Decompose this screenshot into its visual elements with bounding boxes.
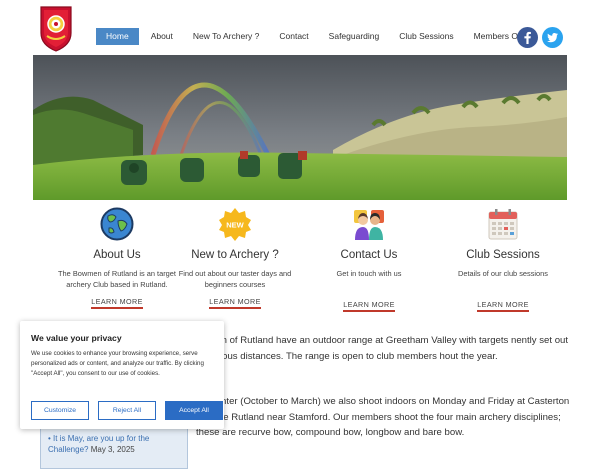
learn-more-link[interactable]: LEARN MORE (91, 297, 143, 309)
nav-new-to-archery[interactable]: New To Archery ? (183, 28, 269, 45)
feature-description: Find out about our taster days and begin… (178, 269, 292, 289)
page: Home About New To Archery ? Contact Safe… (0, 0, 600, 469)
nav-club-sessions[interactable]: Club Sessions (389, 28, 463, 45)
hero-image-archery-range (33, 55, 567, 200)
learn-more-link[interactable]: LEARN MORE (343, 300, 395, 312)
feature-club-sessions: Club Sessions Details of our club sessio… (436, 205, 570, 312)
learn-more-link[interactable]: LEARN MORE (477, 300, 529, 312)
indoor-paragraph: the winter (October to March) we also sh… (196, 396, 570, 438)
feature-title: Contact Us (340, 249, 398, 261)
feature-title: Club Sessions (466, 249, 540, 261)
feature-about-us: About Us The Bowmen of Rutland is an tar… (50, 205, 184, 309)
intro-paragraph: owmen of Rutland have an outdoor range a… (196, 335, 569, 362)
feature-description: Details of our club sessions (458, 269, 548, 278)
calendar-icon (486, 207, 520, 241)
feature-title: New to Archery ? (191, 249, 279, 261)
accept-all-button[interactable]: Accept All (165, 401, 223, 420)
feature-description: The Bowmen of Rutland is an target arche… (58, 269, 176, 289)
feature-description: Get in touch with us (336, 269, 402, 278)
globe-icon (100, 207, 134, 241)
cookie-consent-banner: We value your privacy We use cookies to … (20, 321, 224, 429)
cookie-title: We value your privacy (31, 333, 122, 343)
feature-new-to-archery: NEW New to Archery ? Find out about our … (168, 205, 302, 309)
club-logo[interactable] (38, 5, 74, 53)
main-nav: Home About New To Archery ? Contact Safe… (96, 28, 539, 45)
nav-about[interactable]: About (141, 28, 183, 45)
people-icon (352, 207, 386, 241)
feature-title: About Us (93, 249, 141, 261)
new-badge-icon: NEW (218, 207, 252, 241)
nav-home[interactable]: Home (96, 28, 139, 45)
customize-button[interactable]: Customize (31, 401, 89, 420)
news-item: • It is May, are you up for the Challeng… (48, 434, 150, 454)
svg-text:NEW: NEW (226, 221, 244, 230)
nav-contact[interactable]: Contact (269, 28, 318, 45)
feature-contact-us: Contact Us Get in touch with us LEARN MO… (302, 205, 436, 312)
nav-safeguarding[interactable]: Safeguarding (319, 28, 390, 45)
twitter-icon[interactable] (542, 27, 563, 48)
facebook-icon[interactable] (517, 27, 538, 48)
learn-more-link[interactable]: LEARN MORE (209, 297, 261, 309)
reject-all-button[interactable]: Reject All (98, 401, 156, 420)
news-sidebar: • It is May, are you up for the Challeng… (40, 427, 188, 469)
cookie-text: We use cookies to enhance your browsing … (31, 350, 204, 377)
